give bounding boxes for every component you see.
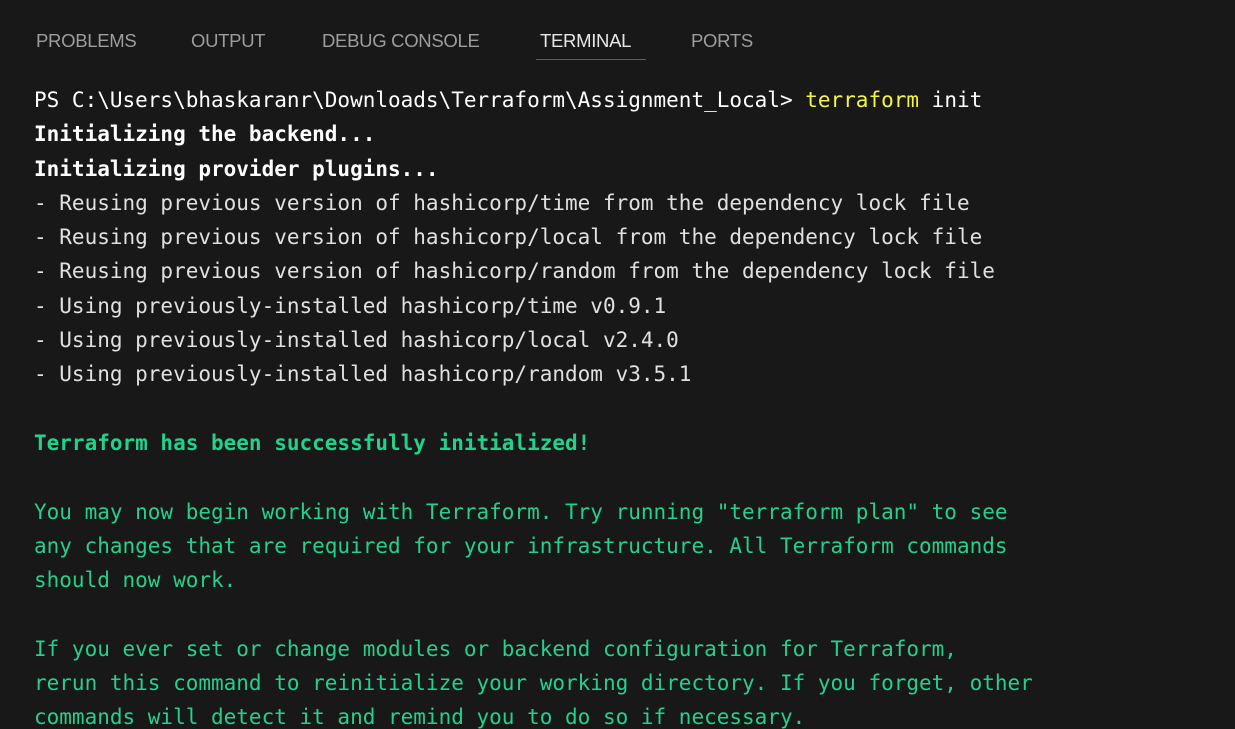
terminal-line: - Reusing previous version of hashicorp/…	[34, 190, 970, 215]
panel-tab-bar: PROBLEMS OUTPUT DEBUG CONSOLE TERMINAL P…	[0, 0, 1235, 66]
terminal-line: commands will detect it and remind you t…	[34, 705, 806, 729]
terminal-command: terraform	[805, 88, 920, 112]
terminal-line: - Using previously-installed hashicorp/t…	[34, 293, 667, 318]
terminal-line: Initializing the backend...	[34, 122, 376, 147]
terminal-line: should now work.	[34, 568, 237, 593]
terminal-prompt-line: PS C:\Users\bhaskaranr\Downloads\Terrafo…	[34, 83, 1224, 117]
terminal-line: Initializing provider plugins...	[34, 156, 439, 181]
tab-debug-console[interactable]: DEBUG CONSOLE	[322, 30, 480, 52]
tab-terminal[interactable]: TERMINAL	[540, 30, 631, 52]
terminal-prompt: PS C:\Users\bhaskaranr\Downloads\Terrafo…	[34, 88, 806, 112]
terminal-panel: PROBLEMS OUTPUT DEBUG CONSOLE TERMINAL P…	[0, 0, 1235, 729]
terminal-line: - Using previously-installed hashicorp/l…	[34, 328, 679, 353]
terminal-line: rerun this command to reinitialize your …	[34, 671, 1033, 696]
active-tab-indicator	[536, 59, 646, 60]
terminal-success-message: Terraform has been successfully initiali…	[34, 430, 591, 455]
terminal-line: - Reusing previous version of hashicorp/…	[34, 259, 995, 284]
tab-ports[interactable]: PORTS	[691, 30, 753, 52]
terminal-command-args: init	[919, 88, 983, 112]
terminal-line: If you ever set or change modules or bac…	[34, 636, 957, 661]
terminal-line: You may now begin working with Terraform…	[34, 499, 1008, 524]
tab-problems[interactable]: PROBLEMS	[36, 30, 137, 52]
terminal-line: - Using previously-installed hashicorp/r…	[34, 362, 692, 387]
terminal-line: - Reusing previous version of hashicorp/…	[34, 225, 983, 250]
terminal-output[interactable]: PS C:\Users\bhaskaranr\Downloads\Terrafo…	[34, 83, 1224, 729]
tab-output[interactable]: OUTPUT	[191, 30, 266, 52]
terminal-line: any changes that are required for your i…	[34, 533, 1008, 558]
